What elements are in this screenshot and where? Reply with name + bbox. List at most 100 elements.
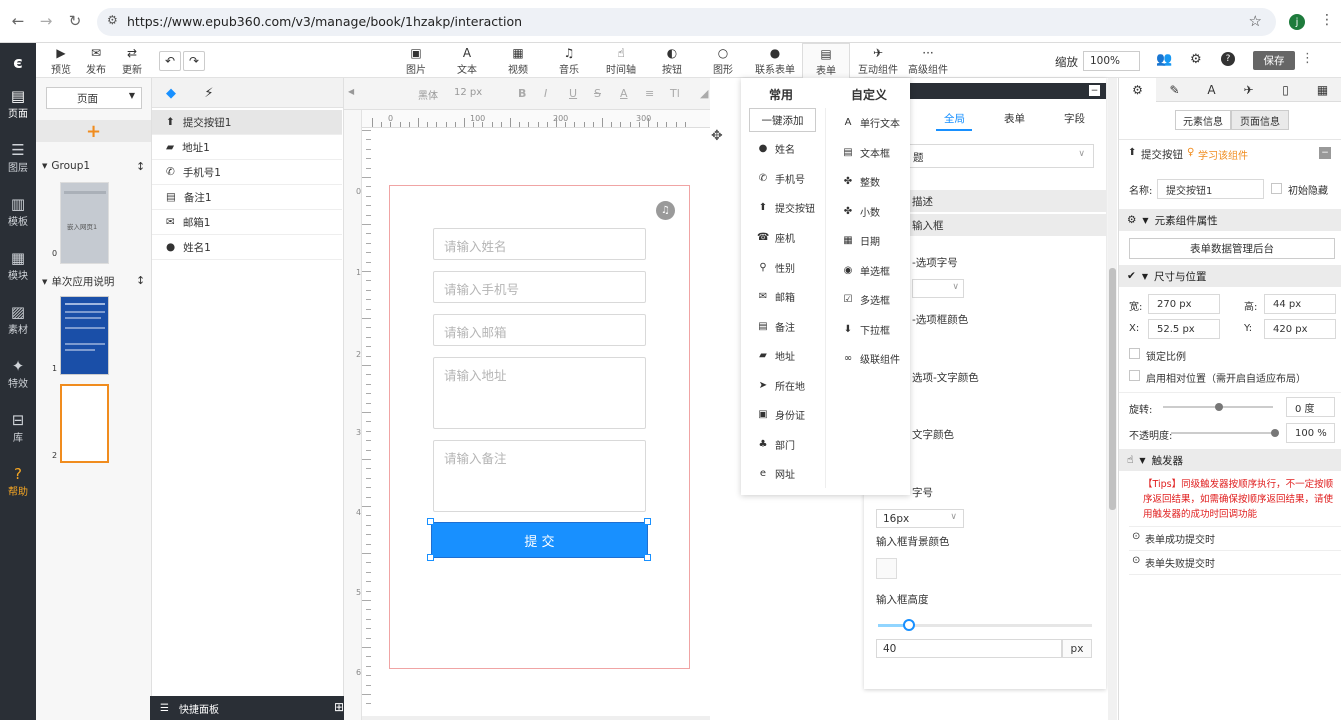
text-height-icon[interactable]: Tl xyxy=(670,87,680,100)
opacity-input[interactable]: 100 % xyxy=(1286,423,1335,443)
page-thumbnail-1[interactable] xyxy=(60,296,109,375)
note-input[interactable]: 请输入备注 xyxy=(433,440,646,512)
height-input[interactable]: 44 px xyxy=(1264,294,1336,314)
common-item-phone[interactable]: ✆ 手机号 xyxy=(757,171,805,186)
back-icon[interactable]: ← xyxy=(8,11,28,31)
plus-square-icon[interactable]: ⊞ xyxy=(334,700,344,714)
tab-page-info[interactable]: 页面信息 xyxy=(1231,110,1289,130)
tab-element-info[interactable]: 元素信息 xyxy=(1175,110,1231,130)
grid-icon[interactable]: ▦ xyxy=(1304,78,1341,102)
custom-item-dropdown[interactable]: ⬇ 下拉框 xyxy=(842,322,890,337)
reload-icon[interactable]: ↻ xyxy=(65,11,85,31)
address-bar[interactable]: ⚙ https://www.epub360.com/v3/manage/book… xyxy=(97,8,1276,36)
align-icon[interactable]: ≡ xyxy=(645,87,654,100)
custom-item-decimal[interactable]: ✤ 小数 xyxy=(842,204,880,219)
one-click-add-button[interactable]: 一键添加 xyxy=(749,108,816,132)
common-item-website[interactable]: e 网址 xyxy=(757,466,795,481)
resize-handle[interactable] xyxy=(644,554,651,561)
tool-timeline[interactable]: ☝ 时间轴 xyxy=(602,46,640,76)
common-item-gender[interactable]: ⚲ 性别 xyxy=(757,260,795,275)
bookmark-star-icon[interactable]: ☆ xyxy=(1249,12,1262,30)
bold-icon[interactable]: B xyxy=(518,87,526,100)
layer-row[interactable]: ⬆ 提交按钮1 xyxy=(152,110,342,135)
nav-layers[interactable]: ☰ 图层 xyxy=(0,141,36,174)
help-circle-icon[interactable]: ? xyxy=(1221,52,1235,66)
preview-button[interactable]: ▶ 预览 xyxy=(43,46,79,76)
section-triggers[interactable]: ☝ ▼ 触发器 xyxy=(1119,449,1341,471)
resize-handle[interactable] xyxy=(644,518,651,525)
profile-avatar[interactable]: j xyxy=(1289,14,1305,30)
font-color-icon[interactable]: A xyxy=(620,87,628,100)
group1-header[interactable]: ▼ Group1 xyxy=(42,160,90,172)
page-thumbnail-2-selected[interactable] xyxy=(60,384,109,463)
rotate-input[interactable]: 0 度 xyxy=(1286,397,1335,417)
height-slider-handle[interactable] xyxy=(903,619,915,631)
music-note-icon[interactable]: ♫ xyxy=(656,201,675,220)
nav-help[interactable]: ? 帮助 xyxy=(0,465,36,498)
italic-icon[interactable]: I xyxy=(544,87,547,100)
tab-field[interactable]: 字段 xyxy=(1064,111,1085,126)
underline-icon[interactable]: U xyxy=(569,87,577,100)
quick-panel-bar[interactable]: ☰ 快捷面板 ⊞ xyxy=(150,696,352,720)
forward-icon[interactable]: → xyxy=(36,11,56,31)
collaborators-icon[interactable]: 👥 xyxy=(1156,52,1172,67)
layer-row[interactable]: ▤ 备注1 xyxy=(152,185,342,210)
pencil-icon[interactable]: ✎ xyxy=(1156,78,1193,102)
common-item-note[interactable]: ▤ 备注 xyxy=(757,319,795,334)
update-button[interactable]: ⇄ 更新 xyxy=(114,46,150,76)
scrollbar-thumb[interactable] xyxy=(1109,268,1116,510)
tab-global[interactable]: 全局 xyxy=(944,111,965,126)
common-item-department[interactable]: ♣ 部门 xyxy=(757,437,795,452)
nav-effects[interactable]: ✦ 特效 xyxy=(0,357,36,390)
common-item-landline[interactable]: ☎ 座机 xyxy=(757,230,795,245)
layer-row[interactable]: ● 姓名1 xyxy=(152,235,342,260)
browser-menu-icon[interactable]: ⋮ xyxy=(1320,12,1334,28)
layers-stack-icon[interactable]: ◆ xyxy=(162,84,180,102)
zoom-input[interactable]: 100% xyxy=(1083,51,1140,71)
resize-handle[interactable] xyxy=(427,554,434,561)
bg-color-swatch[interactable] xyxy=(876,558,897,579)
nav-page[interactable]: ▤ 页面 xyxy=(0,87,36,120)
strikethrough-icon[interactable]: S xyxy=(594,87,601,100)
phone-input[interactable]: 请输入手机号 xyxy=(433,271,646,303)
custom-item-checkbox[interactable]: ☑ 多选框 xyxy=(842,292,890,307)
x-input[interactable]: 52.5 px xyxy=(1148,319,1220,339)
width-input[interactable]: 270 px xyxy=(1148,294,1220,314)
settings-icon[interactable]: ⚙ xyxy=(1190,52,1202,67)
custom-item-radio[interactable]: ◉ 单选框 xyxy=(842,263,890,278)
tool-interactive[interactable]: ✈ 互动组件 xyxy=(856,46,900,76)
submit-button[interactable]: 提 交 xyxy=(431,522,648,558)
undo-button[interactable]: ↶ xyxy=(159,51,181,71)
nav-assets[interactable]: ▨ 素材 xyxy=(0,303,36,336)
font-size-select[interactable]: 16px ∨ xyxy=(876,509,964,528)
tool-music[interactable]: ♫ 音乐 xyxy=(551,46,587,76)
collapse-icon[interactable]: − xyxy=(1319,147,1331,159)
tool-text[interactable]: A 文本 xyxy=(449,46,485,76)
section-element-props[interactable]: ⚙ ▼ 元素组件属性 xyxy=(1119,209,1341,231)
publish-button[interactable]: ✉ 发布 xyxy=(78,46,114,76)
element-name-input[interactable]: 提交按钮1 xyxy=(1157,179,1264,199)
email-input[interactable]: 请输入邮箱 xyxy=(433,314,646,346)
rotate-slider-handle[interactable] xyxy=(1215,403,1223,411)
option-size-select[interactable]: ∨ xyxy=(912,279,964,298)
fill-icon[interactable]: ◢ xyxy=(700,87,708,100)
drag-handle-icon[interactable]: ↕ xyxy=(136,160,145,173)
site-settings-icon[interactable]: ⚙ xyxy=(107,13,118,27)
custom-item-textbox[interactable]: ▤ 文本框 xyxy=(842,145,890,160)
common-item-name[interactable]: ● 姓名 xyxy=(757,141,795,156)
minimize-icon[interactable]: − xyxy=(1089,85,1100,96)
group2-header[interactable]: ▼ 单次应用说明 xyxy=(42,274,114,289)
learn-component-link[interactable]: 学习该组件 xyxy=(1198,147,1248,162)
nav-templates[interactable]: ▥ 模板 xyxy=(0,195,36,228)
tab-form[interactable]: 表单 xyxy=(1004,111,1025,126)
opacity-slider-handle[interactable] xyxy=(1271,429,1279,437)
tool-image[interactable]: ▣ 图片 xyxy=(398,46,434,76)
font-size-select[interactable]: 12 px xyxy=(454,87,482,98)
y-input[interactable]: 420 px xyxy=(1264,319,1336,339)
custom-item-date[interactable]: ▦ 日期 xyxy=(842,233,880,248)
tool-advanced[interactable]: ··· 高级组件 xyxy=(906,46,950,76)
nav-library[interactable]: ⊟ 库 xyxy=(0,411,36,444)
tool-contact-form[interactable]: ● 联系表单 xyxy=(753,46,797,76)
form-backend-button[interactable]: 表单数据管理后台 xyxy=(1129,238,1335,259)
tool-button[interactable]: ◐ 按钮 xyxy=(654,46,690,76)
